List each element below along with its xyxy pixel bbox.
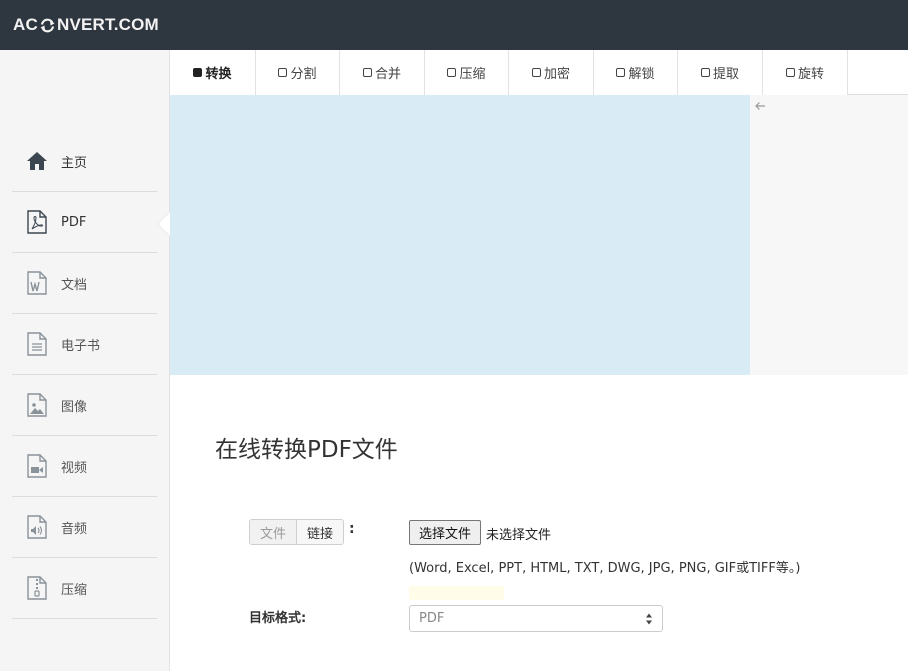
active-item-pointer (158, 212, 170, 236)
sidebar-item-label: 电子书 (61, 338, 101, 354)
word-document-icon (25, 271, 49, 295)
page-title: 在线转换PDF文件 (215, 437, 398, 463)
archive-file-icon (25, 576, 49, 600)
video-file-icon (25, 454, 49, 478)
sidebar-item-label: 压缩 (61, 582, 88, 598)
source-colon: : (349, 521, 355, 537)
link-source-option[interactable]: 链接 (297, 520, 344, 544)
tool-tab-bar: 转换 分割 合并 压缩 加密 解锁 提取 旋转 (170, 50, 908, 95)
sidebar-item-label: 文档 (61, 277, 88, 293)
choose-file-button[interactable]: 选择文件 (409, 520, 481, 545)
supported-formats-hint: (Word, Excel, PPT, HTML, TXT, DWG, JPG, … (409, 561, 801, 576)
tab-compress[interactable]: 压缩 (425, 50, 509, 95)
faint-highlight (409, 586, 504, 600)
file-status: 未选择文件 (486, 528, 552, 543)
file-source-option[interactable]: 文件 (250, 520, 298, 544)
sidebar-item-archive[interactable]: 压缩 (12, 558, 157, 619)
tab-label: 合并 (374, 67, 401, 82)
arrow-left-icon[interactable] (754, 97, 766, 110)
sidebar-item-document[interactable]: 文档 (12, 253, 157, 314)
tab-label: 旋转 (797, 67, 824, 82)
refresh-o-icon (39, 17, 56, 34)
ad-side-panel (750, 95, 908, 375)
tab-label: 压缩 (459, 67, 486, 82)
select-updown-icon (645, 612, 653, 626)
sidebar-item-label: 视频 (61, 460, 88, 476)
target-format-label: 目标格式: (249, 611, 307, 626)
tab-split[interactable]: 分割 (256, 50, 340, 95)
checkbox-empty-icon (700, 68, 710, 77)
checkbox-empty-icon (531, 68, 541, 77)
tab-extract[interactable]: 提取 (678, 50, 763, 95)
checkbox-empty-icon (278, 68, 288, 77)
top-bar: AC NVERT.COM (0, 0, 908, 50)
sidebar-item-label: 图像 (61, 399, 88, 415)
tab-unlock[interactable]: 解锁 (594, 50, 678, 95)
checkbox-empty-icon (616, 68, 626, 77)
sidebar-item-audio[interactable]: 音频 (12, 497, 157, 558)
audio-file-icon (25, 515, 49, 539)
target-format-value: PDF (419, 611, 445, 626)
sidebar-item-label: PDF (61, 214, 87, 230)
target-format-select[interactable]: PDF (409, 605, 663, 632)
ad-banner (170, 95, 750, 375)
sidebar-item-image[interactable]: 图像 (12, 375, 157, 436)
sidebar-item-label: 音频 (61, 521, 88, 537)
sidebar-item-home[interactable]: 主页 (12, 131, 157, 192)
tab-encrypt[interactable]: 加密 (509, 50, 594, 95)
checkbox-filled-icon (193, 68, 203, 77)
tab-label: 分割 (290, 67, 317, 82)
sidebar-item-pdf[interactable]: PDF (12, 192, 157, 253)
logo-prefix: AC (13, 15, 38, 34)
checkbox-empty-icon (447, 68, 457, 77)
tab-rotate[interactable]: 旋转 (763, 50, 848, 95)
sidebar-item-video[interactable]: 视频 (12, 436, 157, 497)
ebook-file-icon (25, 332, 49, 356)
sidebar-item-label: 主页 (61, 155, 88, 171)
tab-merge[interactable]: 合并 (340, 50, 425, 95)
tab-label: 加密 (543, 67, 570, 82)
pdf-file-icon (25, 210, 49, 234)
home-icon (25, 149, 49, 173)
logo-suffix: NVERT.COM (56, 15, 159, 34)
source-toggle: 文件 链接 (249, 519, 345, 545)
tab-label: 提取 (712, 67, 739, 82)
tab-label: 转换 (205, 67, 232, 82)
tab-convert[interactable]: 转换 (170, 50, 256, 95)
checkbox-empty-icon (362, 68, 372, 77)
sidebar-item-ebook[interactable]: 电子书 (12, 314, 157, 375)
tab-label: 解锁 (628, 67, 655, 82)
checkbox-empty-icon (785, 68, 795, 77)
image-file-icon (25, 393, 49, 417)
site-logo[interactable]: AC NVERT.COM (13, 14, 159, 36)
